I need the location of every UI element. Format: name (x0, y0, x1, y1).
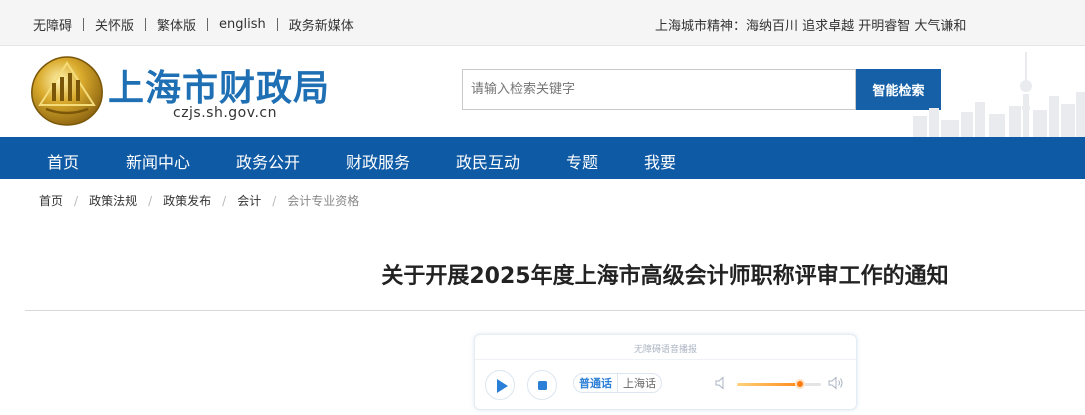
voice-broadcast-player: 无障碍语音播报 普通话 上海话 (474, 334, 857, 410)
link-accessibility[interactable]: 无障碍 (33, 15, 72, 34)
divider (83, 18, 85, 31)
language-toggle: 普通话 上海话 (573, 373, 662, 393)
play-button[interactable] (485, 370, 515, 400)
link-traditional[interactable]: 繁体版 (157, 15, 196, 34)
volume-low-icon[interactable] (715, 376, 729, 390)
breadcrumb-separator: / (74, 193, 79, 208)
player-title: 无障碍语音播报 (633, 345, 697, 355)
nav-item-gov-affairs[interactable]: 政务公开 (236, 149, 300, 173)
divider (145, 18, 147, 31)
page-title: 关于开展2025年度上海市高级会计师职称评审工作的通知 (381, 264, 949, 289)
volume-high-icon[interactable] (828, 376, 844, 390)
nav-item-finance-services[interactable]: 财政服务 (346, 149, 410, 173)
breadcrumb: 首页 / 政策法规 / 政策发布 / 会计 / 会计专业资格 (39, 192, 359, 209)
site-name[interactable]: 上海市财政局 (108, 59, 330, 111)
lang-mandarin[interactable]: 普通话 (574, 374, 617, 392)
stop-button[interactable] (527, 370, 557, 400)
divider (207, 18, 209, 31)
breadcrumb-policy-release[interactable]: 政策发布 (163, 192, 211, 209)
nav-item-news[interactable]: 新闻中心 (126, 149, 190, 173)
title-divider (25, 310, 1085, 311)
city-emblem-logo[interactable] (30, 55, 104, 127)
play-icon (497, 379, 508, 393)
lang-shanghainese[interactable]: 上海话 (617, 374, 661, 392)
breadcrumb-home[interactable]: 首页 (39, 192, 63, 209)
volume-slider-fill (737, 383, 800, 386)
breadcrumb-separator: / (148, 193, 153, 208)
city-motto: 上海城市精神：海纳百川 追求卓越 开明睿智 大气谦和 (655, 19, 967, 34)
link-care-version[interactable]: 关怀版 (95, 15, 134, 34)
breadcrumb-separator: / (272, 193, 277, 208)
volume-slider-handle[interactable] (795, 379, 805, 389)
link-english[interactable]: english (219, 17, 266, 32)
breadcrumb-current: 会计专业资格 (287, 194, 360, 208)
search-input[interactable] (462, 69, 856, 110)
main-navigation: 首页 新闻中心 政务公开 财政服务 政民互动 专题 我要 (0, 137, 1085, 179)
nav-item-interaction[interactable]: 政民互动 (456, 149, 520, 173)
top-utility-bar: 无障碍 关怀版 繁体版 english 政务新媒体 上海城市精神：海纳百川 追求… (0, 0, 1085, 46)
breadcrumb-separator: / (222, 193, 227, 208)
nav-item-i-want[interactable]: 我要 (644, 149, 676, 173)
divider (276, 18, 278, 31)
breadcrumb-accounting[interactable]: 会计 (237, 192, 261, 209)
nav-item-home[interactable]: 首页 (47, 149, 79, 173)
site-domain: czjs.sh.gov.cn (173, 105, 277, 121)
stop-icon (538, 381, 547, 390)
player-divider (475, 359, 856, 360)
site-header: 上海市财政局 czjs.sh.gov.cn 智能检索 (0, 46, 1085, 137)
accessibility-links: 无障碍 关怀版 繁体版 english 政务新媒体 (33, 15, 354, 34)
nav-item-topics[interactable]: 专题 (566, 149, 598, 173)
breadcrumb-policy[interactable]: 政策法规 (89, 192, 137, 209)
link-new-media[interactable]: 政务新媒体 (289, 15, 354, 34)
city-skyline-graphic (913, 52, 1085, 137)
